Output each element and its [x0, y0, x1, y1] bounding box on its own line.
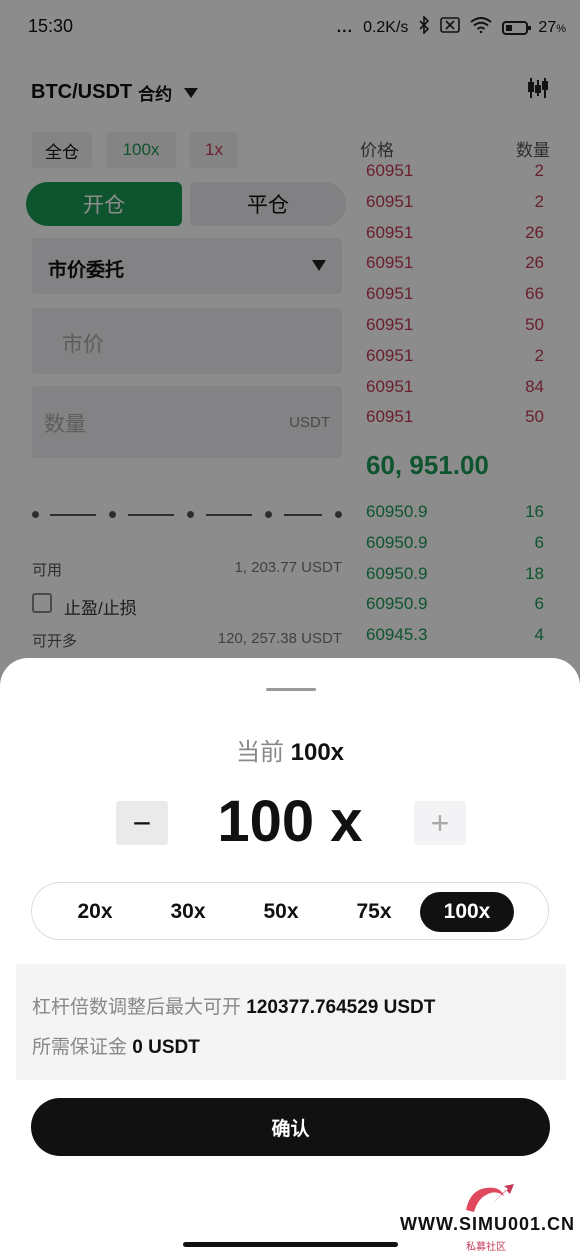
margin-row: 所需保证金 0 USDT — [32, 1032, 200, 1059]
preset-100x[interactable]: 100x — [420, 892, 514, 932]
max-open-value: 120377.764529 USDT — [246, 997, 436, 1018]
current-label: 当前 — [235, 739, 284, 766]
max-open-row: 杠杆倍数调整后最大可开 120377.764529 USDT — [32, 992, 435, 1019]
sheet-handle[interactable] — [266, 688, 316, 691]
leverage-info-box: 杠杆倍数调整后最大可开 120377.764529 USDT 所需保证金 0 U… — [16, 964, 566, 1080]
leverage-value: 100 x — [217, 789, 363, 854]
decrease-leverage-button[interactable]: − — [116, 801, 168, 845]
watermark-logo: WWW.SIMU001.CN 私募社区 — [400, 1180, 575, 1254]
margin-value: 0 USDT — [132, 1037, 200, 1058]
current-leverage: 当前 100x — [0, 732, 580, 767]
leverage-presets: 20x 30x 50x 75x 100x — [31, 882, 549, 940]
confirm-button[interactable]: 确认 — [31, 1098, 550, 1156]
home-indicator[interactable] — [183, 1242, 398, 1247]
leverage-sheet: 当前 100x 100 x − + 20x 30x 50x 75x 100x 杠… — [0, 658, 580, 1257]
current-value: 100x — [290, 739, 345, 766]
preset-50x[interactable]: 50x — [234, 892, 328, 932]
increase-leverage-button[interactable]: + — [414, 801, 466, 845]
margin-label: 所需保证金 — [32, 1037, 128, 1058]
preset-75x[interactable]: 75x — [327, 892, 421, 932]
watermark-subtext: 私募社区 — [466, 1242, 506, 1253]
preset-30x[interactable]: 30x — [141, 892, 235, 932]
preset-20x[interactable]: 20x — [48, 892, 142, 932]
max-open-label: 杠杆倍数调整后最大可开 — [32, 997, 242, 1018]
watermark-text: WWW.SIMU001.CN — [400, 1214, 576, 1234]
